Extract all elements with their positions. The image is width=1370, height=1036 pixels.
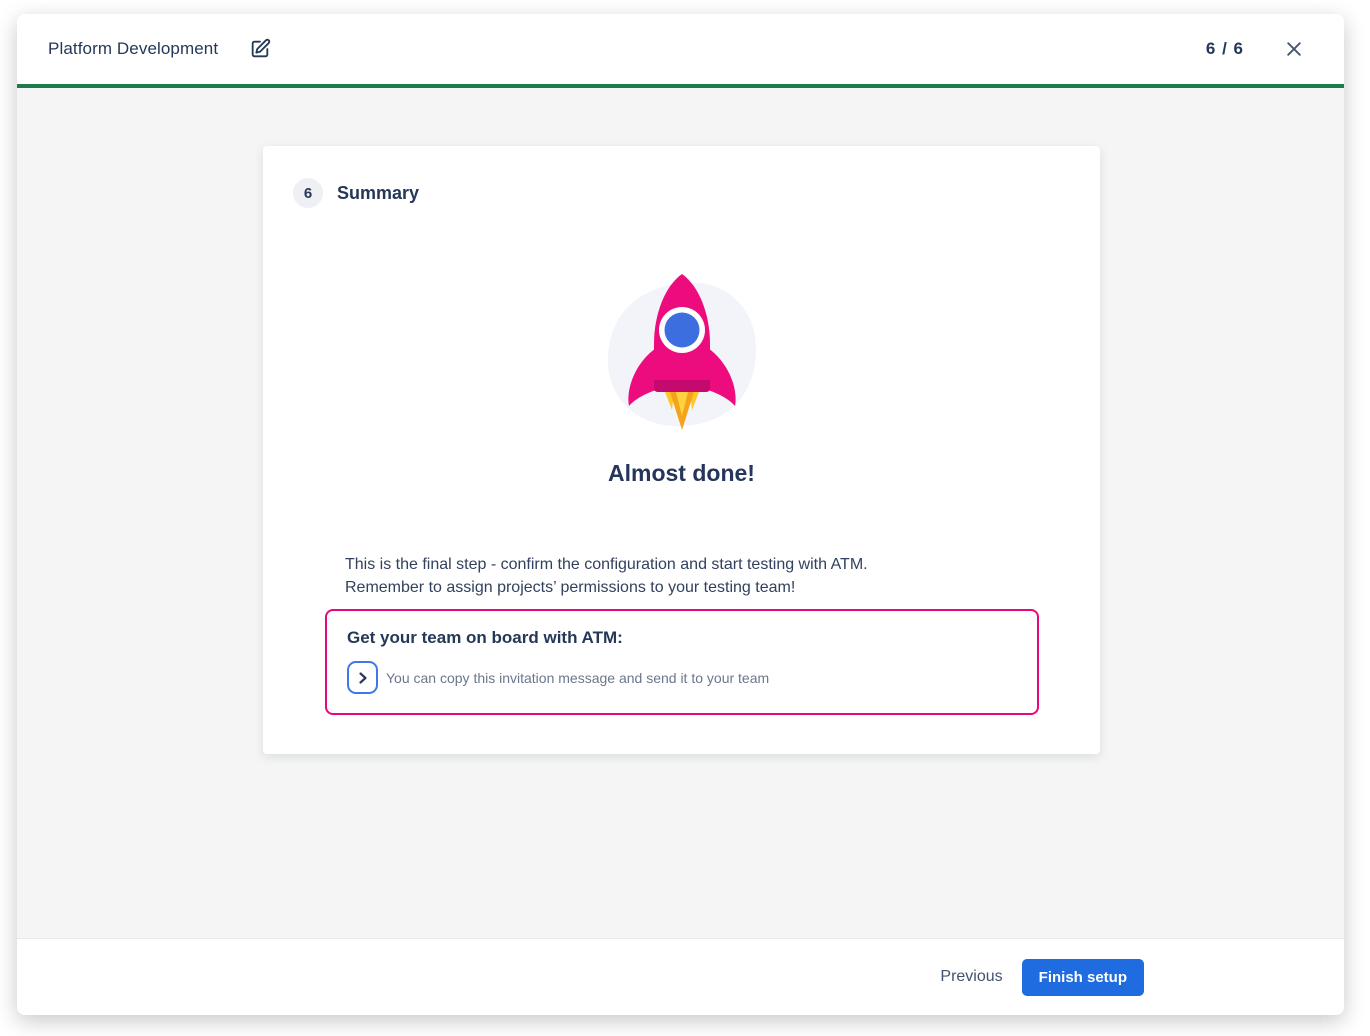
x-icon — [1284, 39, 1304, 59]
chevron-right-icon — [357, 671, 369, 685]
project-title: Platform Development — [48, 39, 218, 59]
setup-wizard-dialog: Platform Development 6 / 6 — [17, 14, 1344, 1015]
screen: Platform Development 6 / 6 — [0, 0, 1370, 1036]
final-step-description: This is the final step - confirm the con… — [345, 553, 1040, 599]
wizard-body: 6 Summary — [17, 88, 1344, 938]
close-button[interactable] — [1282, 37, 1306, 61]
illustration-wrap — [263, 268, 1100, 436]
previous-button[interactable]: Previous — [928, 960, 1014, 994]
description-line-1: This is the final step - confirm the con… — [345, 553, 1040, 576]
dialog-footer: Previous Finish setup — [17, 938, 1344, 1015]
edit-title-button[interactable] — [247, 36, 273, 62]
invite-row: You can copy this invitation message and… — [347, 661, 1017, 694]
invite-box-title: Get your team on board with ATM: — [347, 628, 1017, 648]
expand-invitation-button[interactable] — [347, 661, 378, 694]
almost-done-heading: Almost done! — [263, 460, 1100, 487]
step-title: Summary — [337, 183, 419, 204]
team-invite-box: Get your team on board with ATM: You can… — [325, 609, 1039, 715]
rocket-illustration — [582, 268, 782, 436]
pencil-square-icon — [249, 38, 271, 60]
description-line-2: Remember to assign projects’ permissions… — [345, 576, 1040, 599]
step-number-badge: 6 — [293, 178, 323, 208]
invite-hint-text: You can copy this invitation message and… — [386, 670, 769, 686]
dialog-header: Platform Development 6 / 6 — [17, 14, 1344, 84]
summary-card: 6 Summary — [263, 146, 1100, 754]
finish-setup-button[interactable]: Finish setup — [1022, 959, 1144, 996]
step-counter: 6 / 6 — [1206, 39, 1244, 59]
step-header: 6 Summary — [263, 146, 1100, 208]
